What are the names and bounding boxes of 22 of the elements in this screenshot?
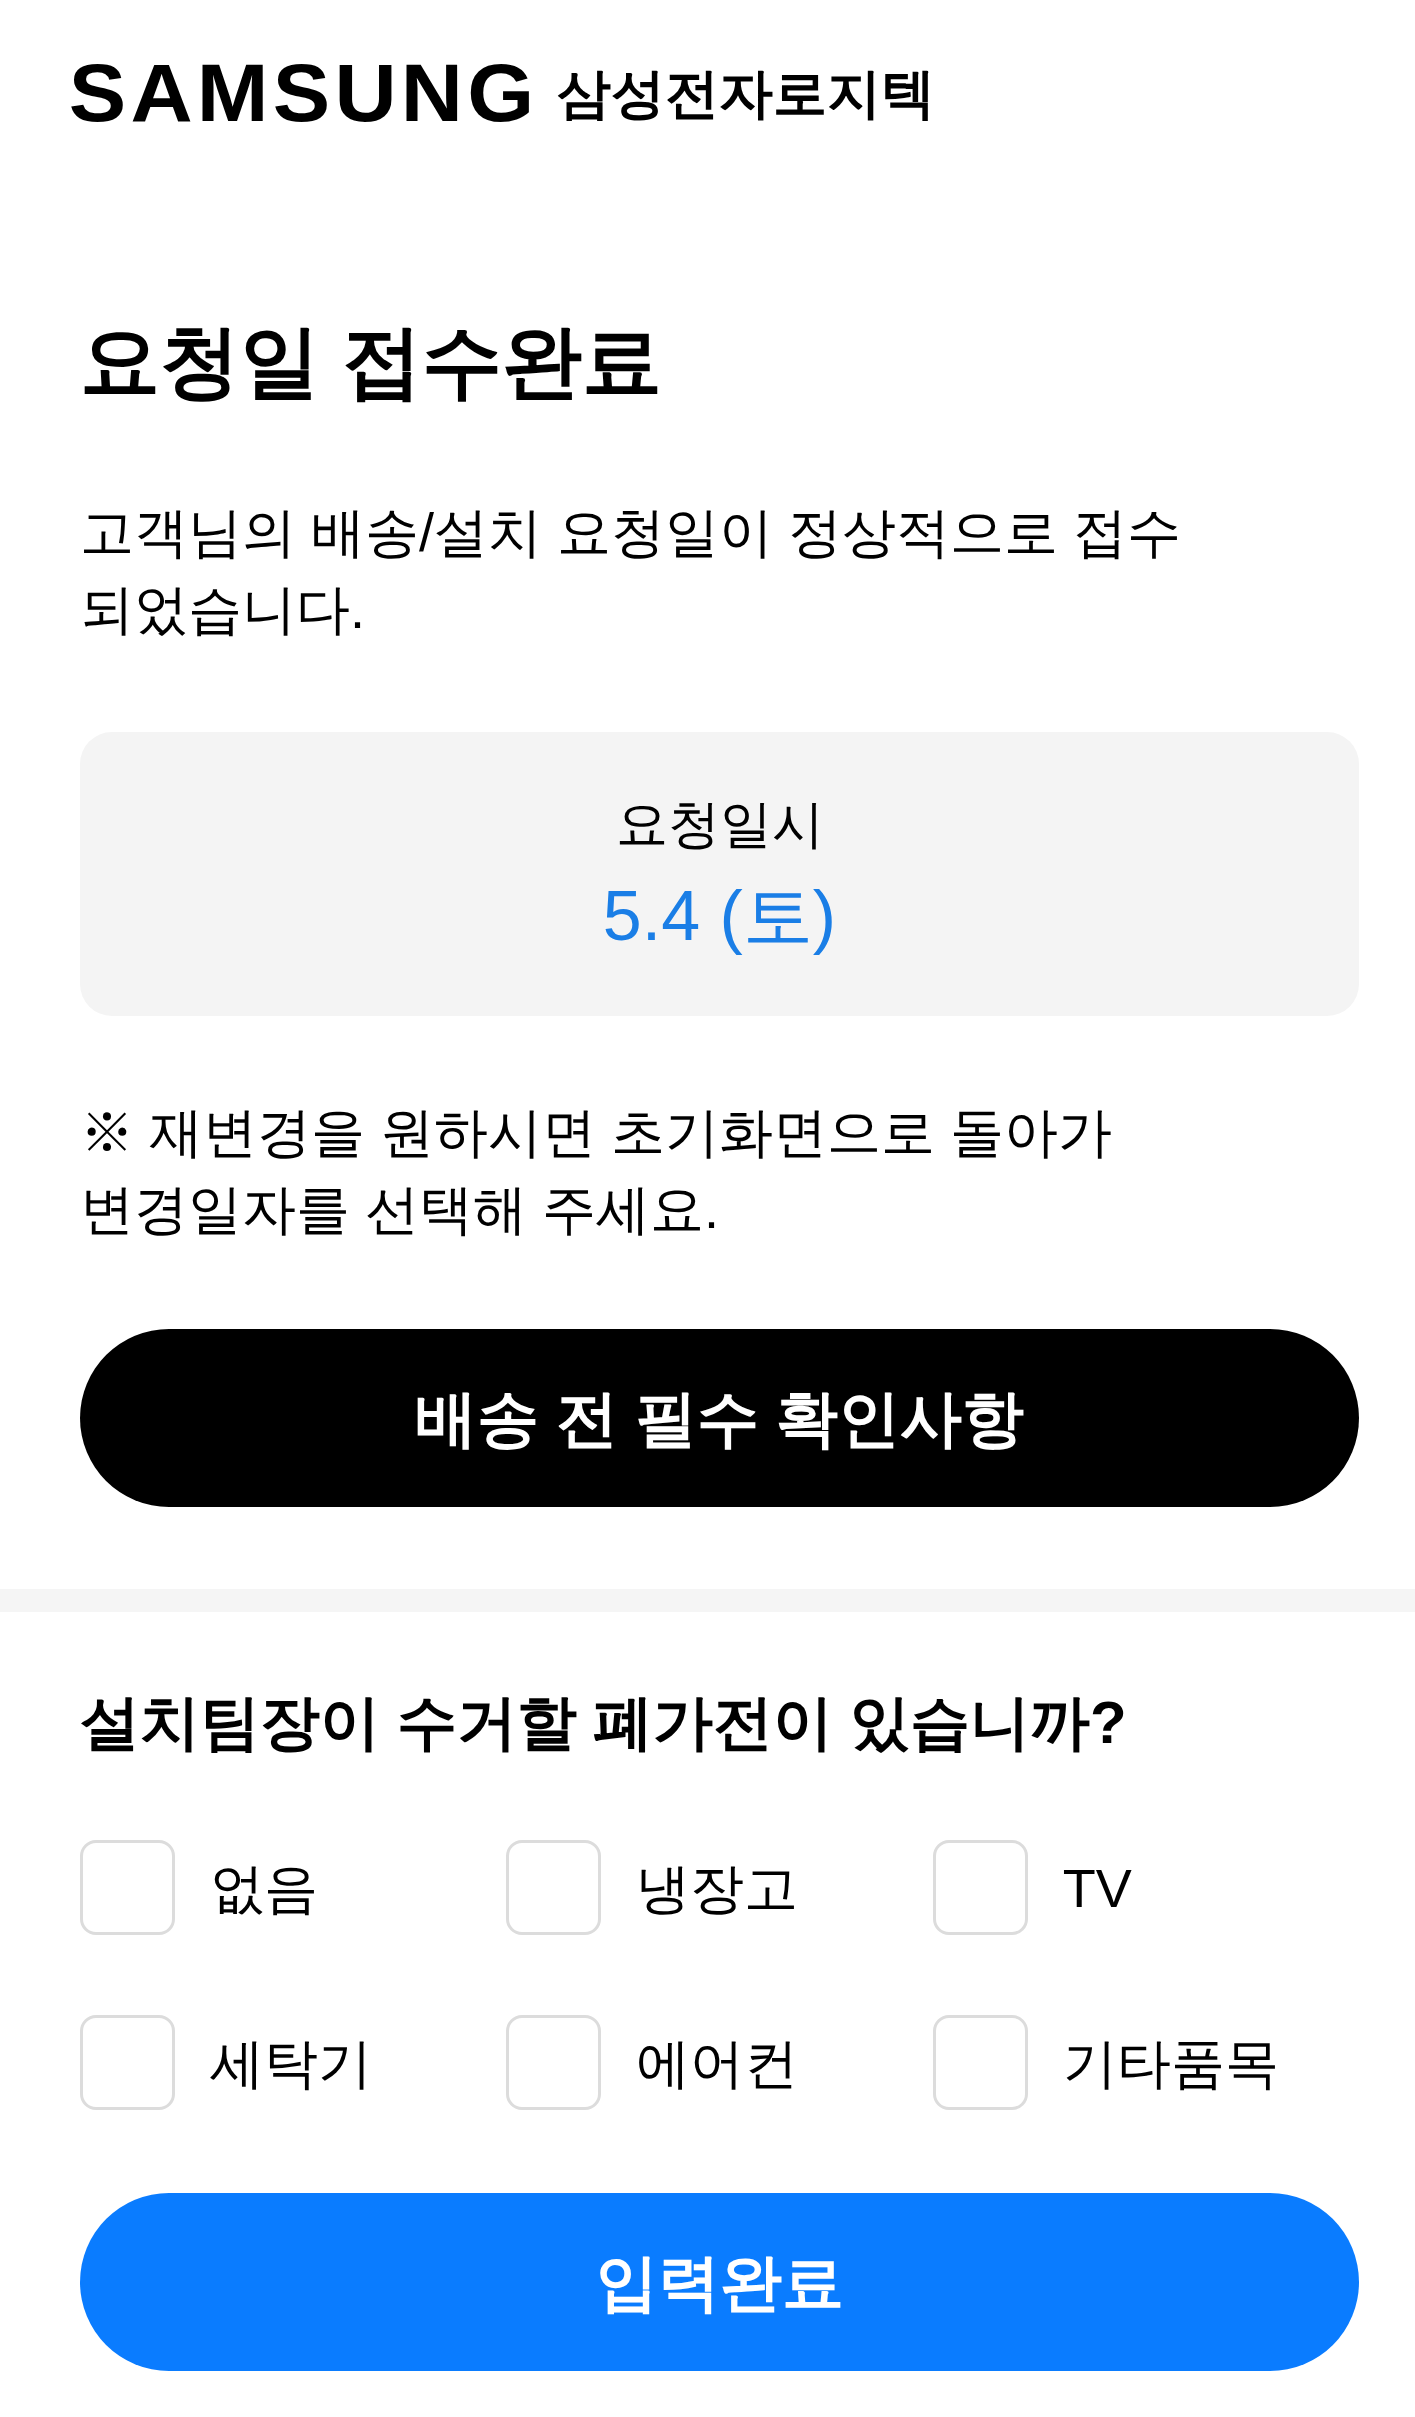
checkbox[interactable] [80, 1840, 175, 1935]
checkbox[interactable] [506, 1840, 602, 1935]
required-check-button[interactable]: 배송 전 필수 확인사항 [80, 1329, 1359, 1507]
option-label: TV [1062, 1856, 1132, 1920]
submit-button[interactable]: 입력완료 [80, 2193, 1359, 2371]
checkbox[interactable] [506, 2015, 602, 2110]
change-notice: ※ 재변경을 원하시면 초기화면으로 돌아가 변경일자를 선택해 주세요. [80, 1101, 1113, 1241]
checkbox[interactable] [932, 1840, 1028, 1935]
checkbox[interactable] [932, 2015, 1028, 2110]
brand-name: 삼성전자로지텍 [557, 66, 936, 120]
checkbox[interactable] [80, 2015, 175, 2110]
option-label: 기타품목 [1062, 2031, 1279, 2095]
request-date-label: 요청일시 [615, 794, 824, 855]
question: 설치팀장이 수거할 폐가전이 있습니까? [80, 1688, 1128, 1758]
option-label: 없음 [210, 1856, 318, 1920]
page-title: 요청일 접수완료 [80, 316, 664, 408]
option-label: 세탁기 [210, 2031, 372, 2095]
option-label: 에어컨 [636, 2031, 799, 2095]
option-label: 냉장고 [636, 1856, 799, 1920]
brand-logo: SAMSUNG [68, 52, 539, 134]
request-date: 5.4 (토) [602, 876, 837, 956]
confirmation-message: 고객님의 배송/설치 요청일이 정상적으로 접수 되었습니다. [80, 501, 1182, 641]
